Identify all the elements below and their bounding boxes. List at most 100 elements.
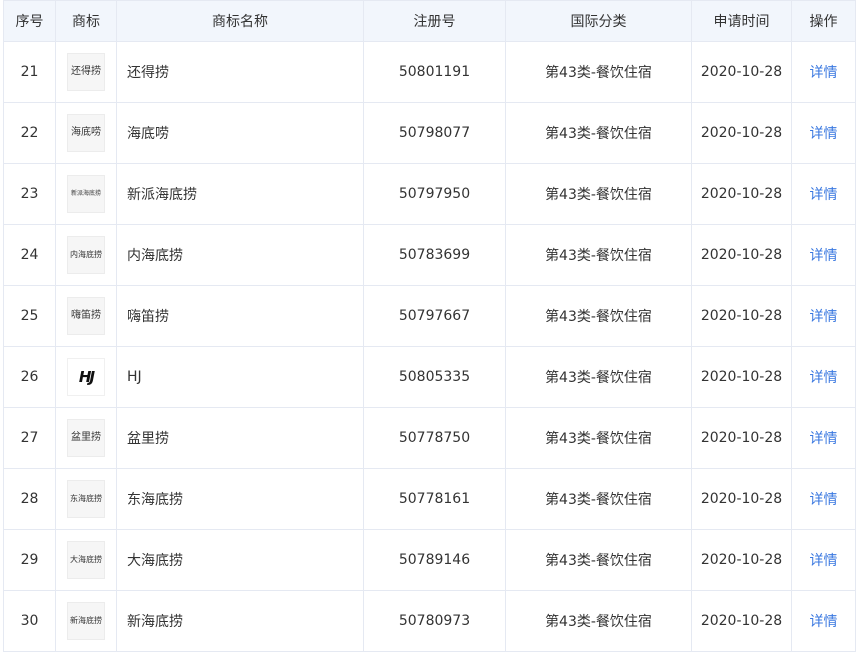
registration-number: 50805335 (363, 346, 506, 408)
action-cell: 详情 (791, 285, 856, 347)
application-date: 2020-10-28 (691, 163, 792, 225)
logo-cell: 嗨笛捞 (55, 285, 117, 347)
row-index: 25 (3, 285, 56, 347)
trademark-name: 大海底捞 (116, 529, 364, 591)
trademark-logo-image: HJ (67, 358, 105, 396)
table-row: 29 大海底捞 大海底捞 50789146 第43类-餐饮住宿 2020-10-… (3, 529, 856, 591)
trademark-logo-image: 大海底捞 (67, 541, 105, 579)
details-link[interactable]: 详情 (810, 614, 838, 630)
action-cell: 详情 (791, 590, 856, 652)
logo-cell: 盆里捞 (55, 407, 117, 469)
international-class: 第43类-餐饮住宿 (505, 285, 692, 347)
table-row: 21 还得捞 还得捞 50801191 第43类-餐饮住宿 2020-10-28… (3, 41, 856, 103)
international-class: 第43类-餐饮住宿 (505, 529, 692, 591)
table-row: 23 新派海底捞 新派海底捞 50797950 第43类-餐饮住宿 2020-1… (3, 163, 856, 225)
trademark-name: 内海底捞 (116, 224, 364, 286)
logo-cell: 新海底捞 (55, 590, 117, 652)
logo-cell: 新派海底捞 (55, 163, 117, 225)
application-date: 2020-10-28 (691, 285, 792, 347)
details-link[interactable]: 详情 (810, 126, 838, 142)
application-date: 2020-10-28 (691, 590, 792, 652)
header-name: 商标名称 (116, 0, 364, 42)
details-link[interactable]: 详情 (810, 553, 838, 569)
trademark-table: 序号 商标 商标名称 注册号 国际分类 申请时间 操作 21 还得捞 还得捞 5… (3, 0, 856, 652)
row-index: 30 (3, 590, 56, 652)
row-index: 24 (3, 224, 56, 286)
header-index: 序号 (3, 0, 56, 42)
registration-number: 50797667 (363, 285, 506, 347)
table-row: 28 东海底捞 东海底捞 50778161 第43类-餐饮住宿 2020-10-… (3, 468, 856, 530)
row-index: 26 (3, 346, 56, 408)
registration-number: 50783699 (363, 224, 506, 286)
table-row: 26 HJ HJ 50805335 第43类-餐饮住宿 2020-10-28 详… (3, 346, 856, 408)
details-link[interactable]: 详情 (810, 248, 838, 264)
trademark-logo-image: 内海底捞 (67, 236, 105, 274)
header-reg-no: 注册号 (363, 0, 506, 42)
international-class: 第43类-餐饮住宿 (505, 163, 692, 225)
table-header-row: 序号 商标 商标名称 注册号 国际分类 申请时间 操作 (3, 0, 856, 42)
table-row: 27 盆里捞 盆里捞 50778750 第43类-餐饮住宿 2020-10-28… (3, 407, 856, 469)
trademark-name: 新海底捞 (116, 590, 364, 652)
registration-number: 50778161 (363, 468, 506, 530)
header-action: 操作 (791, 0, 856, 42)
header-date: 申请时间 (691, 0, 792, 42)
details-link[interactable]: 详情 (810, 370, 838, 386)
details-link[interactable]: 详情 (810, 431, 838, 447)
table-row: 22 海底唠 海底唠 50798077 第43类-餐饮住宿 2020-10-28… (3, 102, 856, 164)
application-date: 2020-10-28 (691, 529, 792, 591)
table-row: 24 内海底捞 内海底捞 50783699 第43类-餐饮住宿 2020-10-… (3, 224, 856, 286)
trademark-name: 嗨笛捞 (116, 285, 364, 347)
trademark-logo-image: 新海底捞 (67, 602, 105, 640)
registration-number: 50801191 (363, 41, 506, 103)
action-cell: 详情 (791, 407, 856, 469)
application-date: 2020-10-28 (691, 102, 792, 164)
details-link[interactable]: 详情 (810, 187, 838, 203)
application-date: 2020-10-28 (691, 346, 792, 408)
row-index: 29 (3, 529, 56, 591)
table-row: 25 嗨笛捞 嗨笛捞 50797667 第43类-餐饮住宿 2020-10-28… (3, 285, 856, 347)
action-cell: 详情 (791, 529, 856, 591)
trademark-logo-image: 海底唠 (67, 114, 105, 152)
row-index: 21 (3, 41, 56, 103)
international-class: 第43类-餐饮住宿 (505, 224, 692, 286)
trademark-logo-image: 新派海底捞 (67, 175, 105, 213)
logo-cell: 内海底捞 (55, 224, 117, 286)
international-class: 第43类-餐饮住宿 (505, 590, 692, 652)
international-class: 第43类-餐饮住宿 (505, 102, 692, 164)
logo-cell: HJ (55, 346, 117, 408)
logo-cell: 东海底捞 (55, 468, 117, 530)
registration-number: 50778750 (363, 407, 506, 469)
action-cell: 详情 (791, 102, 856, 164)
trademark-logo-image: 东海底捞 (67, 480, 105, 518)
logo-cell: 还得捞 (55, 41, 117, 103)
registration-number: 50798077 (363, 102, 506, 164)
trademark-name: HJ (116, 346, 364, 408)
application-date: 2020-10-28 (691, 41, 792, 103)
trademark-name: 海底唠 (116, 102, 364, 164)
trademark-name: 还得捞 (116, 41, 364, 103)
international-class: 第43类-餐饮住宿 (505, 41, 692, 103)
international-class: 第43类-餐饮住宿 (505, 346, 692, 408)
row-index: 22 (3, 102, 56, 164)
action-cell: 详情 (791, 468, 856, 530)
row-index: 23 (3, 163, 56, 225)
details-link[interactable]: 详情 (810, 309, 838, 325)
registration-number: 50797950 (363, 163, 506, 225)
logo-cell: 大海底捞 (55, 529, 117, 591)
registration-number: 50789146 (363, 529, 506, 591)
application-date: 2020-10-28 (691, 224, 792, 286)
table-row: 30 新海底捞 新海底捞 50780973 第43类-餐饮住宿 2020-10-… (3, 590, 856, 652)
row-index: 28 (3, 468, 56, 530)
trademark-name: 盆里捞 (116, 407, 364, 469)
registration-number: 50780973 (363, 590, 506, 652)
details-link[interactable]: 详情 (810, 65, 838, 81)
trademark-logo-image: 还得捞 (67, 53, 105, 91)
application-date: 2020-10-28 (691, 407, 792, 469)
trademark-logo-image: 盆里捞 (67, 419, 105, 457)
header-logo: 商标 (55, 0, 117, 42)
international-class: 第43类-餐饮住宿 (505, 407, 692, 469)
details-link[interactable]: 详情 (810, 492, 838, 508)
trademark-name: 新派海底捞 (116, 163, 364, 225)
action-cell: 详情 (791, 41, 856, 103)
international-class: 第43类-餐饮住宿 (505, 468, 692, 530)
